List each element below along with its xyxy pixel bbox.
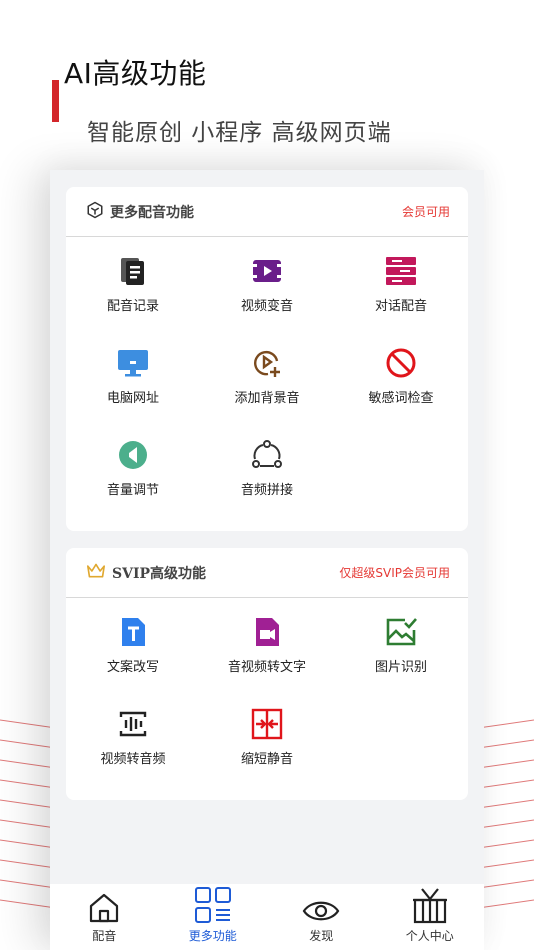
feature-shorten-silence[interactable]: 缩短静音 [200, 690, 334, 782]
computer-icon [115, 345, 151, 381]
volume-icon [115, 437, 151, 473]
splice-icon [249, 437, 285, 473]
feature-sensitive-check[interactable]: 敏感词检查 [334, 329, 468, 421]
eye-icon [302, 886, 340, 924]
more-features-card: 更多配音功能 会员可用 配音记录 视频变音 对话配音 电脑网址 添加背景音 敏感… [66, 187, 468, 531]
svip-tag: 仅超级SVIP会员可用 [339, 566, 450, 580]
feature-volume[interactable]: 音量调节 [66, 421, 200, 513]
svip-features-grid: 文案改写 音视频转文字 图片识别 视频转音频 缩短静音 [66, 598, 468, 782]
feature-label: 视频转音频 [100, 751, 166, 767]
member-tag: 会员可用 [401, 205, 450, 219]
feature-dialogue[interactable]: 对话配音 [334, 237, 468, 329]
feature-label: 敏感词检查 [368, 390, 434, 406]
audio-wave-icon [115, 706, 151, 742]
cube-icon [86, 201, 104, 223]
tab-discover[interactable]: 发现 [276, 886, 366, 944]
tab-dubbing[interactable]: 配音 [59, 886, 149, 944]
record-icon [115, 253, 151, 289]
crown-icon [86, 562, 106, 584]
svip-features-header: SVIP高级功能 仅超级SVIP会员可用 [66, 548, 468, 598]
more-features-title: 更多配音功能 [110, 204, 194, 221]
promo-accent-bar [52, 80, 59, 122]
feature-label: 电脑网址 [106, 390, 159, 406]
svip-features-title: SVIP高级功能 [112, 565, 207, 582]
promo-subtitle: 智能原创 小程序 高级网页端 [87, 120, 392, 146]
feature-label: 添加背景音 [234, 390, 300, 406]
feature-record[interactable]: 配音记录 [66, 237, 200, 329]
feature-label: 音量调节 [106, 482, 159, 498]
video-to-text-icon [249, 614, 285, 650]
feature-rewrite[interactable]: 文案改写 [66, 598, 200, 690]
svip-features-card: SVIP高级功能 仅超级SVIP会员可用 文案改写 音视频转文字 图片识别 视频… [66, 548, 468, 800]
screen: AI高级功能 智能原创 小程序 高级网页端 更多配音功能 会员可用 配音记录 视… [0, 0, 534, 950]
forbidden-icon [383, 345, 419, 381]
dialogue-icon [383, 253, 419, 289]
feature-video-to-text[interactable]: 音视频转文字 [200, 598, 334, 690]
video-voice-icon [249, 253, 285, 289]
add-bgm-icon [249, 345, 285, 381]
shorten-icon [249, 706, 285, 742]
feature-computer[interactable]: 电脑网址 [66, 329, 200, 421]
feature-image-recognition[interactable]: 图片识别 [334, 598, 468, 690]
feature-label: 音视频转文字 [227, 659, 306, 675]
tab-profile[interactable]: 个人中心 [385, 886, 475, 944]
gift-icon [411, 886, 449, 924]
feature-label: 缩短静音 [240, 751, 293, 767]
grid-icon [194, 886, 232, 924]
feature-add-bgm[interactable]: 添加背景音 [200, 329, 334, 421]
feature-video-voice[interactable]: 视频变音 [200, 237, 334, 329]
promo-title: AI高级功能 [64, 57, 207, 90]
home-icon [89, 886, 119, 924]
feature-label: 图片识别 [374, 659, 427, 675]
tab-more-features[interactable]: 更多功能 [168, 886, 258, 944]
tab-label: 发现 [309, 929, 334, 943]
tab-label: 更多功能 [188, 929, 237, 943]
phone-screen: 更多配音功能 会员可用 配音记录 视频变音 对话配音 电脑网址 添加背景音 敏感… [50, 170, 484, 950]
more-features-header: 更多配音功能 会员可用 [66, 187, 468, 237]
more-features-grid: 配音记录 视频变音 对话配音 电脑网址 添加背景音 敏感词检查 音量调节 音频拼… [66, 237, 468, 513]
feature-label: 文案改写 [106, 659, 159, 675]
feature-splice[interactable]: 音频拼接 [200, 421, 334, 513]
feature-label: 配音记录 [106, 298, 159, 314]
feature-label: 视频变音 [240, 298, 293, 314]
feature-label: 音频拼接 [240, 482, 293, 498]
tab-label: 个人中心 [405, 929, 454, 943]
bottom-tab-bar: 配音 更多功能 发现 个人中心 [50, 884, 484, 950]
image-icon [383, 614, 419, 650]
feature-video-to-audio[interactable]: 视频转音频 [66, 690, 200, 782]
feature-label: 对话配音 [374, 298, 427, 314]
tab-label: 配音 [92, 929, 117, 943]
text-icon [115, 614, 151, 650]
